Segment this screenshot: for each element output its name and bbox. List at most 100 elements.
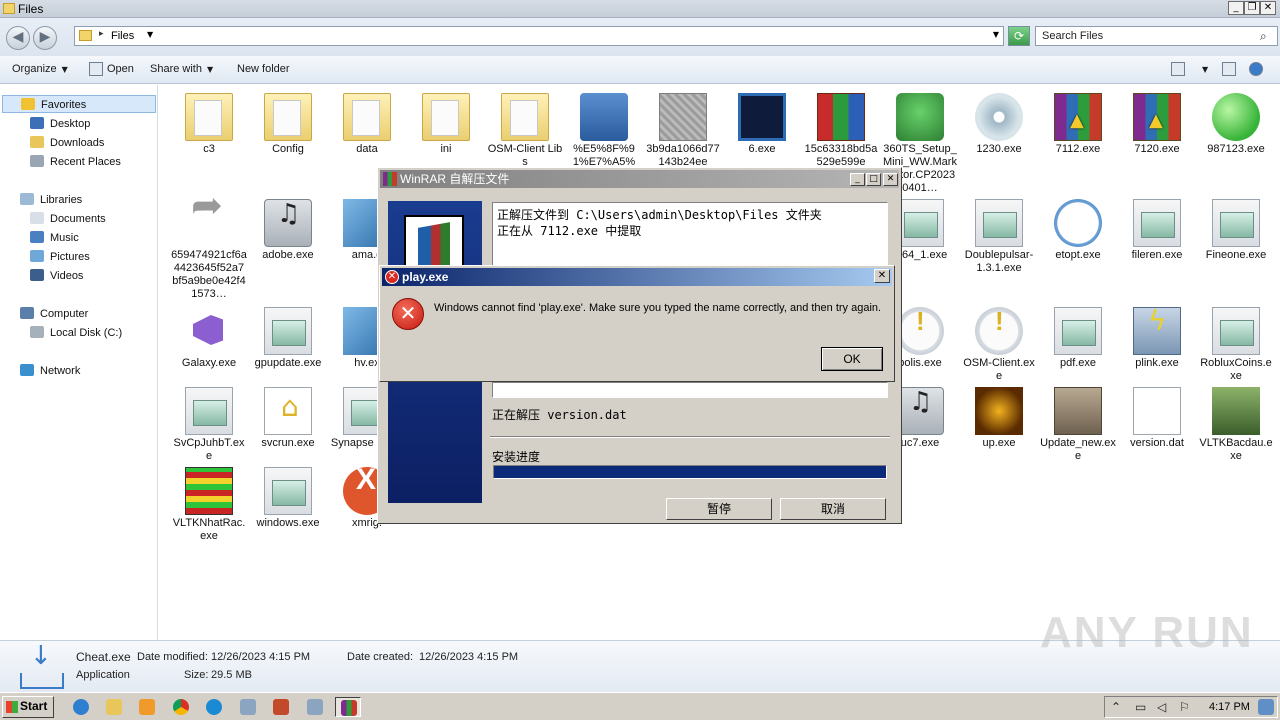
pause-button[interactable]: 暂停 xyxy=(666,498,772,520)
date-modified-value: 12/26/2023 4:15 PM xyxy=(211,651,311,663)
sidebar-item-favorites[interactable]: Favorites xyxy=(2,95,156,113)
winrar-close-button[interactable]: ✕ xyxy=(883,173,898,186)
cancel-button[interactable]: 取消 xyxy=(780,498,886,520)
error-title: play.exe xyxy=(402,270,449,284)
file-item[interactable]: 659474921cf6a4423645f52a7bf5a9be0e42f415… xyxy=(171,199,247,301)
network-tray-icon[interactable]: ▭ xyxy=(1135,700,1146,714)
flag-icon[interactable]: ⚐ xyxy=(1179,700,1190,714)
file-item[interactable]: Config xyxy=(250,93,326,156)
file-name: 659474921cf6a4423645f52a7bf5a9be0e42f415… xyxy=(171,249,247,300)
view-options-icon[interactable] xyxy=(1171,62,1185,76)
sidebar-item-libraries[interactable]: Libraries xyxy=(20,193,82,206)
volume-icon[interactable]: ◁ xyxy=(1157,700,1166,714)
file-item[interactable]: Update_new.exe xyxy=(1040,387,1116,463)
file-item[interactable]: 1230.exe xyxy=(961,93,1037,156)
file-item[interactable]: OSM-Client Libs xyxy=(487,93,563,169)
file-item[interactable]: data xyxy=(329,93,405,156)
preview-pane-icon[interactable] xyxy=(1222,62,1236,76)
folder-icon xyxy=(3,3,15,14)
file-item[interactable]: plink.exe xyxy=(1119,307,1195,370)
videos-icon xyxy=(30,269,44,281)
file-item[interactable]: VLTKNhatRac.exe xyxy=(171,467,247,543)
ie-taskbar-icon[interactable] xyxy=(68,697,94,717)
winrar-maximize-button[interactable]: □ xyxy=(866,173,881,186)
extract-info-box: 正解压文件到 C:\Users\admin\Desktop\Files 文件夹 … xyxy=(492,202,888,266)
back-button[interactable]: ◀ xyxy=(6,26,30,50)
ok-button[interactable]: OK xyxy=(821,347,883,371)
file-item[interactable]: svcrun.exe xyxy=(250,387,326,450)
file-item[interactable]: Fineone.exe xyxy=(1198,199,1274,262)
sidebar-item-pictures[interactable]: Pictures xyxy=(30,250,90,263)
app-taskbar-icon[interactable] xyxy=(302,697,328,717)
file-item[interactable]: VLTKBacdau.exe xyxy=(1198,387,1274,463)
minimize-button[interactable]: _ xyxy=(1228,1,1244,15)
media-player-taskbar-icon[interactable] xyxy=(134,697,160,717)
sidebar-item-music[interactable]: Music xyxy=(30,231,79,244)
file-item[interactable]: %E5%8F%91%E7%A5% xyxy=(566,93,642,169)
file-item[interactable]: 3b9da1066d77143b24ee xyxy=(645,93,721,169)
close-button[interactable]: ✕ xyxy=(1260,1,1276,15)
winrar-taskbar-icon[interactable] xyxy=(335,697,361,717)
sidebar-item-network[interactable]: Network xyxy=(20,364,80,377)
new-folder-button[interactable]: New folder xyxy=(237,63,290,75)
file-item[interactable]: 987123.exe xyxy=(1198,93,1274,156)
app-taskbar-icon[interactable] xyxy=(268,697,294,717)
knight-icon xyxy=(1212,387,1260,435)
box-icon xyxy=(1054,387,1102,435)
chevron-down-icon[interactable]: ▼ xyxy=(147,30,153,39)
file-item[interactable]: 7112.exe xyxy=(1040,93,1116,156)
file-item[interactable]: 7120.exe xyxy=(1119,93,1195,156)
explorer-taskbar-icon[interactable] xyxy=(101,697,127,717)
sidebar-item-local-disk[interactable]: Local Disk (C:) xyxy=(30,326,122,339)
file-item[interactable]: Galaxy.exe xyxy=(171,307,247,370)
file-item[interactable]: Doublepulsar-1.3.1.exe xyxy=(961,199,1037,275)
chevron-up-icon[interactable]: ⌃ xyxy=(1111,700,1121,714)
start-button[interactable]: Start xyxy=(2,696,54,718)
chevron-right-icon[interactable]: ▸ xyxy=(99,29,104,39)
help-icon[interactable] xyxy=(1249,62,1263,76)
sidebar-item-computer[interactable]: Computer xyxy=(20,307,88,320)
forward-button[interactable]: ▶ xyxy=(33,26,57,50)
breadcrumb-files[interactable]: Files xyxy=(111,30,134,42)
file-item[interactable]: ini xyxy=(408,93,484,156)
file-item[interactable]: SvCpJuhbT.exe xyxy=(171,387,247,463)
file-item[interactable]: windows.exe xyxy=(250,467,326,530)
clock[interactable]: 4:17 PM xyxy=(1209,701,1250,713)
search-input[interactable]: Search Files ⌕ xyxy=(1035,26,1278,46)
chrome-taskbar-icon[interactable] xyxy=(168,697,194,717)
file-item[interactable]: c3 xyxy=(171,93,247,156)
sidebar-item-downloads[interactable]: Downloads xyxy=(30,136,104,149)
file-item[interactable]: adobe.exe xyxy=(250,199,326,262)
sidebar-item-videos[interactable]: Videos xyxy=(30,269,83,282)
file-item[interactable]: 15c63318bd5a529e599e xyxy=(803,93,879,169)
app-icon xyxy=(273,699,289,715)
file-item[interactable]: OSM-Client.exe xyxy=(961,307,1037,383)
file-item[interactable]: fileren.exe xyxy=(1119,199,1195,262)
view-dropdown[interactable]: ▼ xyxy=(1197,63,1208,75)
open-button[interactable]: Open xyxy=(107,63,134,75)
file-item[interactable]: gpupdate.exe xyxy=(250,307,326,370)
address-history-dropdown[interactable]: ▼ xyxy=(993,30,999,39)
file-item[interactable]: 6.exe xyxy=(724,93,800,156)
winrar-minimize-button[interactable]: _ xyxy=(850,173,865,186)
share-with-button[interactable]: Share with ▼ xyxy=(150,63,213,75)
file-item[interactable]: up.exe xyxy=(961,387,1037,450)
maximize-button[interactable]: ❐ xyxy=(1244,1,1260,15)
file-item[interactable]: pdf.exe xyxy=(1040,307,1116,370)
sidebar-item-recent-places[interactable]: Recent Places xyxy=(30,155,121,168)
app-taskbar-icon[interactable] xyxy=(235,697,261,717)
error-close-button[interactable]: ✕ xyxy=(874,269,890,283)
sidebar-item-documents[interactable]: Documents xyxy=(30,212,106,225)
show-desktop-button[interactable] xyxy=(1256,697,1276,717)
edge-taskbar-icon[interactable] xyxy=(201,697,227,717)
file-item[interactable]: version.dat xyxy=(1119,387,1195,450)
size-label: Size: xyxy=(184,669,209,681)
refresh-button[interactable]: ⟳ xyxy=(1008,26,1030,46)
error-dialog: ✕ play.exe ✕ ✕ Windows cannot find 'play… xyxy=(379,265,895,382)
organize-button[interactable]: Organize ▼ xyxy=(12,63,68,75)
sidebar-item-desktop[interactable]: Desktop xyxy=(30,117,90,130)
address-field[interactable]: ▸ Files ▼ ▼ xyxy=(74,26,1004,46)
search-icon[interactable]: ⌕ xyxy=(1260,29,1274,43)
file-item[interactable]: RobluxCoins.exe xyxy=(1198,307,1274,383)
file-item[interactable]: etopt.exe xyxy=(1040,199,1116,262)
